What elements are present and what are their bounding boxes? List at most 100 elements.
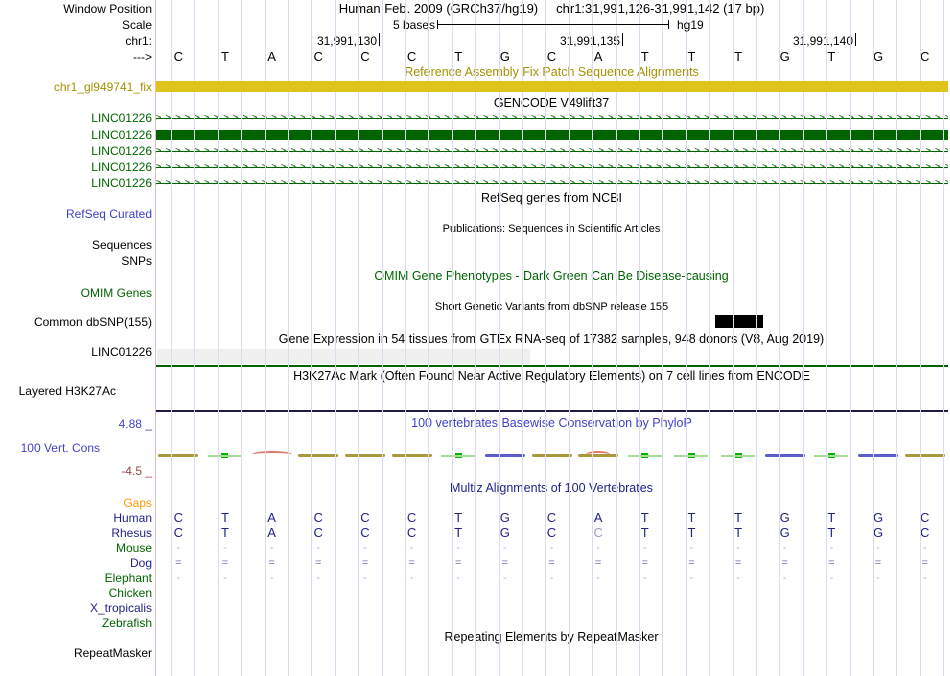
- sequence-base: G: [499, 49, 510, 64]
- gridline: [217, 0, 219, 676]
- multiz-cell-human: C: [173, 510, 184, 525]
- multiz-cell-elephant: -: [596, 572, 600, 584]
- genome-browser-image: Human Feb. 2009 (GRCh37/hg19) chr1: 31,99…: [0, 0, 950, 676]
- phylop-mark-olive: [578, 454, 619, 457]
- multiz-cell-elephant: -: [782, 572, 787, 584]
- track-label-linc01226-8[interactable]: LINC01226: [0, 160, 152, 174]
- track-label-dog-24[interactable]: Dog: [0, 556, 152, 570]
- multiz-cell-mouse: -: [689, 542, 694, 554]
- fix-patch-bar[interactable]: [156, 81, 948, 92]
- gencode-gene-arrow-line[interactable]: >>>>>>>>>>>>>>>>>>>>>>>>>>>>>>>>>>>>>>>>…: [156, 145, 948, 157]
- gencode-gene-arrow-line[interactable]: >>>>>>>>>>>>>>>>>>>>>>>>>>>>>>>>>>>>>>>>…: [156, 177, 948, 189]
- track-label-linc01226-15[interactable]: LINC01226: [0, 345, 152, 359]
- phylop-mark-green-line: [674, 455, 709, 457]
- multiz-cell-mouse: -: [829, 542, 834, 554]
- track-label-rhesus-22[interactable]: Rhesus: [0, 526, 152, 540]
- gtex-gene-line[interactable]: [156, 365, 948, 367]
- genome-label: hg19: [677, 18, 704, 32]
- track-label-x-3[interactable]: --->: [0, 50, 152, 64]
- track-label-linc01226-5[interactable]: LINC01226: [0, 111, 152, 125]
- multiz-cell-rhesus: C: [919, 525, 930, 540]
- track-label-repeatmasker-29[interactable]: RepeatMasker: [0, 646, 152, 660]
- track-label-layered-h3k27ac-16[interactable]: Layered H3K27Ac: [0, 384, 116, 398]
- multiz-cell-mouse: -: [596, 542, 600, 554]
- track-label-chicken-26[interactable]: Chicken: [0, 586, 152, 600]
- scale-bracket: [437, 20, 669, 29]
- track-title-refseq-genes-from-ncbi[interactable]: RefSeq genes from NCBI: [155, 191, 948, 206]
- multiz-cell-human: T: [827, 510, 836, 525]
- h3k27ac-baseline: [155, 410, 948, 412]
- gridline: [498, 0, 500, 676]
- multiz-cell-human: T: [734, 510, 743, 525]
- track-label-snps-12[interactable]: SNPs: [0, 254, 152, 268]
- multiz-cell-rhesus: T: [454, 525, 463, 540]
- track-label-x-tropicalis-27[interactable]: X_tropicalis: [0, 601, 152, 615]
- multiz-cell-mouse: -: [409, 542, 414, 554]
- track-label-100-vert-cons-18[interactable]: 100 Vert. Cons: [0, 441, 100, 455]
- gridline: [568, 0, 570, 676]
- gridline: [849, 0, 851, 676]
- track-label-linc01226-9[interactable]: LINC01226: [0, 176, 152, 190]
- track-title-short-genetic-variants-from[interactable]: Short Genetic Variants from dbSNP releas…: [155, 300, 948, 315]
- gencode-gene-arrow-line[interactable]: >>>>>>>>>>>>>>>>>>>>>>>>>>>>>>>>>>>>>>>>…: [156, 112, 948, 124]
- multiz-cell-elephant: -: [409, 572, 414, 584]
- multiz-cell-mouse: -: [549, 542, 554, 554]
- track-label-window-position-0[interactable]: Window Position: [0, 2, 152, 16]
- gridline: [685, 0, 687, 676]
- gridline: [194, 0, 196, 676]
- track-label-gaps-20[interactable]: Gaps: [0, 496, 152, 510]
- gridline: [592, 0, 594, 676]
- track-title-publications-sequences-in-scientific[interactable]: Publications: Sequences in Scientific Ar…: [155, 222, 948, 237]
- gtex-expression-box[interactable]: [157, 349, 530, 364]
- track-label-4-5-19[interactable]: -4.5 _: [0, 464, 152, 478]
- multiz-cell-mouse: -: [456, 542, 461, 554]
- multiz-cell-elephant: -: [689, 572, 694, 584]
- track-label-mouse-23[interactable]: Mouse: [0, 541, 152, 555]
- multiz-cell-dog: =: [594, 557, 602, 569]
- gridline: [639, 0, 640, 676]
- multiz-cell-dog: =: [921, 557, 928, 569]
- multiz-cell-rhesus: T: [220, 525, 229, 540]
- gridline: [428, 0, 430, 676]
- multiz-cell-human: T: [220, 510, 229, 525]
- track-label-elephant-25[interactable]: Elephant: [0, 571, 152, 585]
- track-label-omim-genes-13[interactable]: OMIM Genes: [0, 286, 152, 300]
- track-label-sequences-11[interactable]: Sequences: [0, 238, 152, 252]
- multiz-cell-human: C: [313, 510, 323, 525]
- track-label-human-21[interactable]: Human: [0, 511, 152, 525]
- track-title-gene-expression-in-54[interactable]: Gene Expression in 54 tissues from GTEx …: [155, 332, 948, 347]
- track-label-linc01226-7[interactable]: LINC01226: [0, 144, 152, 158]
- track-label-zebrafish-28[interactable]: Zebrafish: [0, 616, 152, 630]
- gencode-gene-bar[interactable]: [156, 130, 948, 140]
- multiz-cell-human: C: [546, 510, 557, 525]
- track-title-100-vertebrates-basewise-conservation[interactable]: 100 vertebrates Basewise Conservation by…: [155, 416, 948, 431]
- track-title-multiz-alignments-of-100[interactable]: Multiz Alignments of 100 Vertebrates: [155, 481, 948, 496]
- gridline: [311, 0, 313, 676]
- track-label-scale-1[interactable]: Scale: [0, 18, 152, 32]
- sequence-base: T: [640, 49, 649, 64]
- multiz-cell-dog: =: [175, 557, 182, 569]
- track-label-common-dbsnp-155-14[interactable]: Common dbSNP(155): [0, 315, 152, 329]
- multiz-cell-dog: =: [501, 557, 509, 569]
- track-title-repeating-elements-by-repeatmasker[interactable]: Repeating Elements by RepeatMasker: [155, 630, 948, 645]
- gencode-gene-arrow-line[interactable]: >>>>>>>>>>>>>>>>>>>>>>>>>>>>>>>>>>>>>>>>…: [156, 161, 948, 173]
- multiz-cell-dog: =: [548, 557, 555, 569]
- track-title-reference-assembly-fix-patch[interactable]: Reference Assembly Fix Patch Sequence Al…: [155, 65, 948, 80]
- multiz-cell-elephant: -: [176, 572, 181, 584]
- multiz-cell-rhesus: C: [546, 525, 557, 540]
- track-label-chr1-gl949741-fix-4[interactable]: chr1_gl949741_fix: [0, 80, 152, 94]
- multiz-cell-elephant: -: [829, 572, 834, 584]
- multiz-cell-elephant: -: [736, 572, 740, 584]
- track-label-4-88-17[interactable]: 4.88 _: [0, 417, 152, 431]
- multiz-cell-mouse: -: [782, 542, 787, 554]
- track-title-omim-gene-phenotypes-dark[interactable]: OMIM Gene Phenotypes - Dark Green Can Be…: [155, 269, 948, 284]
- multiz-cell-dog: =: [361, 557, 369, 569]
- multiz-cell-human: G: [872, 510, 884, 525]
- track-label-chr1-2[interactable]: chr1:: [0, 34, 152, 48]
- track-title-h3k27ac-mark-often-found[interactable]: H3K27Ac Mark (Often Found Near Active Re…: [155, 369, 948, 384]
- track-label-refseq-curated-10[interactable]: RefSeq Curated: [0, 207, 152, 221]
- multiz-cell-human: G: [779, 510, 790, 525]
- gridline: [451, 0, 453, 676]
- track-title-gencode-v49lift37[interactable]: GENCODE V49lift37: [155, 96, 948, 111]
- track-label-linc01226-6[interactable]: LINC01226: [0, 128, 152, 142]
